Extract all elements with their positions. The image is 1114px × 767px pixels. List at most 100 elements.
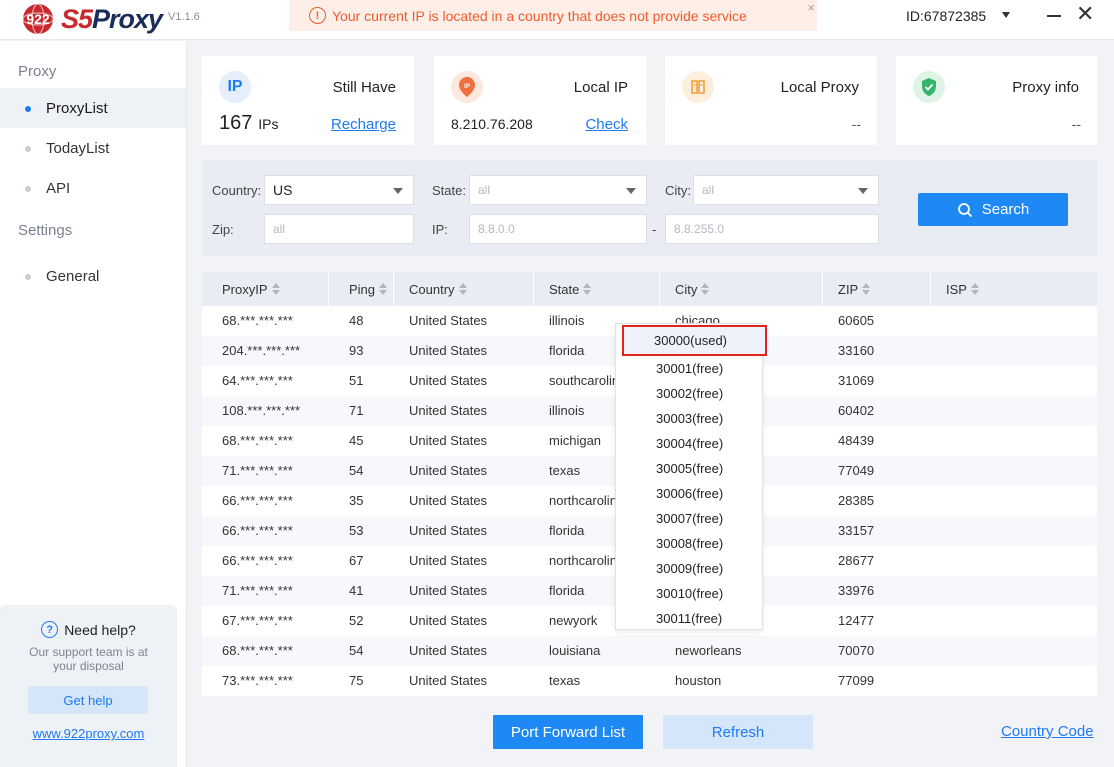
cell-ping: 48	[349, 313, 364, 328]
help-title: ? Need help?	[0, 621, 177, 638]
search-button[interactable]: Search	[918, 193, 1068, 226]
port-option[interactable]: 30002(free)	[616, 381, 762, 406]
state-select[interactable]: all	[469, 175, 647, 205]
port-option[interactable]: 30004(free)	[616, 431, 762, 456]
sort-icon[interactable]	[583, 283, 592, 295]
table-header: ProxyIP Ping Country State City ZIP ISP	[202, 272, 1097, 306]
column-header-label: City	[675, 281, 698, 297]
port-option[interactable]: 30007(free)	[616, 506, 762, 531]
sidebar: Proxy ProxyList TodayList API Settings G…	[0, 41, 187, 767]
column-header-proxyip[interactable]: ProxyIP	[202, 272, 329, 306]
port-option[interactable]: 30009(free)	[616, 556, 762, 581]
cell-proxyip: 68.***.***.***	[222, 643, 293, 658]
ip-to-input[interactable]: 8.8.255.0	[665, 214, 879, 244]
cell-city: houston	[675, 673, 722, 688]
column-header-city[interactable]: City	[655, 272, 823, 306]
search-button-label: Search	[981, 201, 1030, 218]
port-option[interactable]: 30010(free)	[616, 581, 762, 606]
port-dropdown: 30001(free) 30002(free) 30003(free) 30004(f…	[615, 323, 763, 630]
server-icon	[682, 71, 714, 103]
sidebar-item-proxylist[interactable]: ProxyList	[0, 88, 186, 128]
cell-proxyip: 66.***.***.***	[222, 553, 293, 568]
port-option[interactable]: 30006(free)	[616, 481, 762, 506]
cell-city: neworleans	[675, 643, 742, 658]
cell-ping: 54	[349, 643, 364, 658]
proxy-info-value: --	[1071, 116, 1081, 132]
bullet-icon	[25, 274, 31, 280]
help-title-text: Need help?	[64, 621, 136, 638]
cell-country: United States	[409, 463, 488, 478]
table-row[interactable]: 68.***.***.*** 54 United States louisiana ne…	[202, 636, 1097, 666]
sidebar-item-todaylist[interactable]: TodayList	[0, 128, 186, 168]
globe-logo-icon: 922	[18, 3, 58, 35]
port-option[interactable]: 30001(free)	[616, 356, 762, 381]
warning-icon: !	[309, 7, 326, 24]
card-local-ip: IP Local IP 8.210.76.208 Check	[434, 56, 646, 145]
ip-from-input[interactable]: 8.8.0.0	[469, 214, 647, 244]
country-select[interactable]: US	[264, 175, 414, 205]
sort-icon[interactable]	[458, 283, 467, 295]
ip-range-separator: -	[652, 222, 657, 237]
cell-zip: 48439	[838, 433, 875, 448]
window-close-icon[interactable]: ✕	[1076, 3, 1094, 25]
cell-country: United States	[409, 403, 488, 418]
get-help-button[interactable]: Get help	[28, 686, 148, 714]
port-option-used[interactable]: 30000(used)	[622, 325, 767, 356]
city-label: City:	[665, 183, 691, 198]
port-option[interactable]: 30003(free)	[616, 406, 762, 431]
country-select-value: US	[273, 182, 293, 198]
cell-country: United States	[409, 583, 488, 598]
column-header-ping[interactable]: Ping	[329, 272, 394, 306]
sort-icon[interactable]	[862, 283, 871, 295]
sort-icon[interactable]	[701, 283, 710, 295]
cell-ping: 51	[349, 373, 364, 388]
sort-icon[interactable]	[379, 283, 388, 295]
cell-isp	[926, 546, 1097, 576]
sidebar-item-general[interactable]: General	[0, 256, 186, 296]
column-header-label: ISP	[946, 281, 967, 297]
sort-icon[interactable]	[970, 283, 979, 295]
country-code-link[interactable]: Country Code	[1001, 723, 1094, 740]
cell-ping: 75	[349, 673, 364, 688]
sidebar-group-proxy: Proxy	[18, 63, 57, 80]
port-forward-list-button[interactable]: Port Forward List	[493, 715, 643, 749]
bullet-icon	[25, 146, 31, 152]
recharge-link[interactable]: Recharge	[331, 116, 396, 133]
shield-check-icon	[913, 71, 945, 103]
cell-isp	[926, 636, 1097, 666]
user-id[interactable]: ID:67872385	[906, 8, 986, 24]
app-header: 922 S5Proxy V1.1.6 ! Your current IP is …	[0, 0, 1114, 40]
sort-icon[interactable]	[271, 283, 280, 295]
port-option[interactable]: 30011(free)	[616, 606, 762, 631]
check-link[interactable]: Check	[585, 116, 628, 133]
close-icon[interactable]: ×	[807, 0, 815, 15]
column-header-isp[interactable]: ISP	[926, 272, 1097, 306]
sidebar-item-api[interactable]: API	[0, 168, 186, 208]
card-still-have: IP Still Have 167 IPs Recharge	[202, 56, 414, 145]
cell-ping: 67	[349, 553, 364, 568]
cell-ping: 71	[349, 403, 364, 418]
chevron-down-icon[interactable]	[1002, 12, 1010, 18]
column-header-label: ProxyIP	[222, 281, 268, 297]
website-link[interactable]: www.922proxy.com	[0, 726, 177, 741]
chevron-down-icon	[858, 188, 868, 194]
cell-proxyip: 108.***.***.***	[222, 403, 301, 418]
column-header-country[interactable]: Country	[389, 272, 534, 306]
refresh-button[interactable]: Refresh	[663, 715, 813, 749]
cell-proxyip: 71.***.***.***	[222, 463, 293, 478]
zip-input[interactable]: all	[264, 214, 414, 244]
column-header-label: ZIP	[838, 281, 859, 297]
cell-isp	[926, 486, 1097, 516]
question-icon: ?	[41, 621, 59, 638]
table-row[interactable]: 73.***.***.*** 75 United States texas housto…	[202, 666, 1097, 696]
column-header-state[interactable]: State	[529, 272, 660, 306]
city-select[interactable]: all	[693, 175, 879, 205]
logo-wordmark: S5Proxy	[61, 3, 163, 34]
bullet-icon	[25, 106, 31, 112]
port-option[interactable]: 30008(free)	[616, 531, 762, 556]
port-option[interactable]: 30005(free)	[616, 456, 762, 481]
minimize-icon[interactable]	[1047, 15, 1061, 17]
cell-zip: 31069	[838, 373, 875, 388]
cell-zip: 33160	[838, 343, 875, 358]
column-header-zip[interactable]: ZIP	[818, 272, 931, 306]
